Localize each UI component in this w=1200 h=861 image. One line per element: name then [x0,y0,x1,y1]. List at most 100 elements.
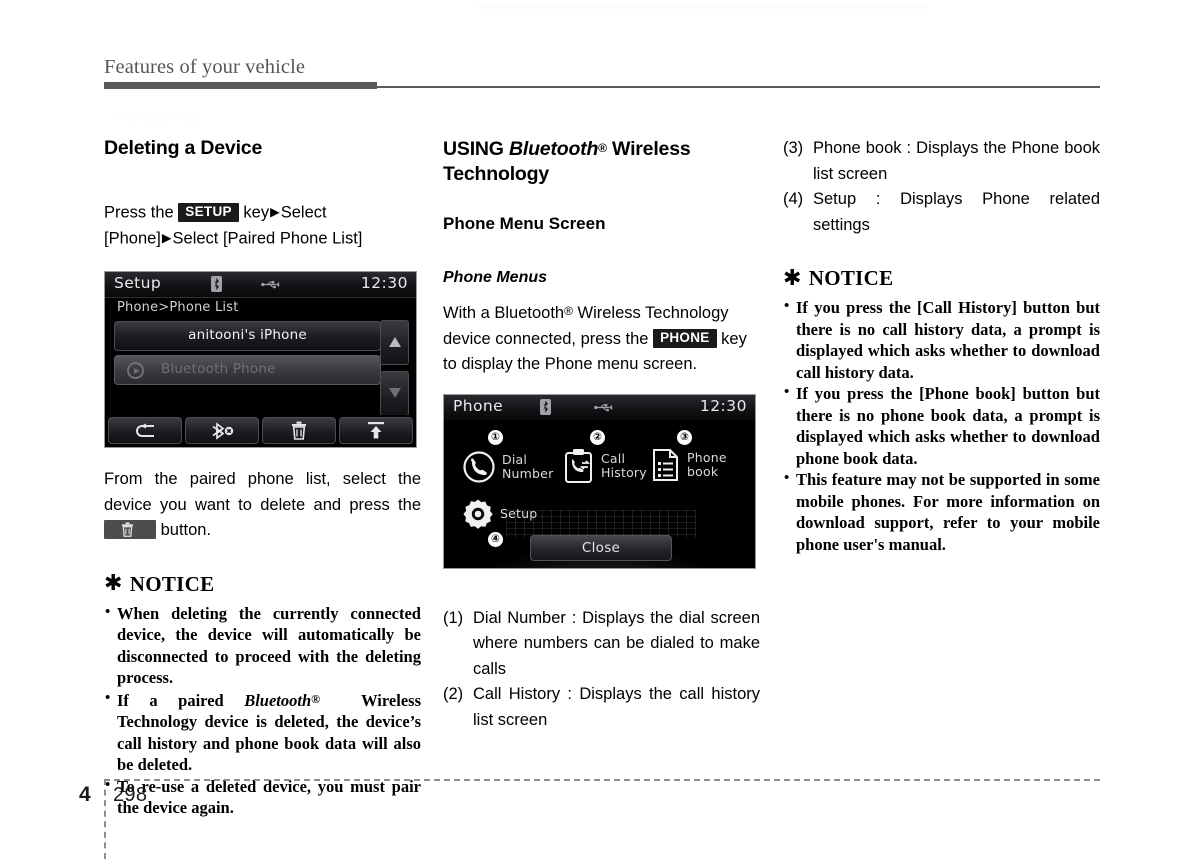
header-rule-thick [104,82,377,89]
chapter-header-title: Features of your vehicle [104,56,306,78]
paired-device-label: anitooni's iPhone [188,327,307,343]
title-registered-mark: ® [598,141,607,155]
paired-device-row-dimmed[interactable]: Bluetooth Phone [114,355,381,385]
screen-title-2: Phone [453,396,504,415]
notice-heading-col1: ✱ NOTICE [104,572,421,597]
label-line1: Phone [687,449,727,465]
notice-list-col1: When deleting the currently connected de… [104,602,421,819]
notice-item: If a paired Bluetooth® Wireless Technolo… [104,688,421,776]
after-screenshot-text-1: From the paired phone list, select the d… [104,470,421,514]
callout-badge-1: ① [488,429,503,445]
sub-title-phone-menu-screen: Phone Menu Screen [443,214,606,233]
screen-scrollbar[interactable] [380,320,409,416]
registered-mark: ® [311,691,321,706]
section-title-using-bluetooth: USING Bluetooth® Wireless Technology [443,136,760,187]
inline-trash-keycap[interactable] [104,520,156,539]
paired-device-label-dim: Bluetooth Phone [161,361,276,377]
usb-status-icon [261,280,280,289]
menu-item-label-dial-number: Dial Number [502,451,554,481]
phone-book-icon [653,448,678,481]
menu-item-phone-book[interactable]: Phone book [651,448,727,482]
bluetooth-disconnect-button[interactable] [185,417,259,444]
column-two: USING Bluetooth® Wireless Technology Pho… [443,136,760,733]
notice-item: When deleting the currently connected de… [104,602,421,689]
numbered-item: (1) Dial Number : Displays the dial scree… [443,606,760,683]
menu-item-label-phone-book: Phone book [687,449,727,479]
screen-toolbar [105,415,416,447]
delete-button[interactable] [262,417,336,444]
footer-divider-vertical [104,779,106,859]
callout-badge-2: ② [590,429,605,445]
screen-clock: 12:30 [360,274,408,292]
after-screenshot-text-2: button. [160,521,212,539]
notice-star-icon: ✱ [783,265,802,291]
instruction-post: key [243,203,270,222]
after-screenshot-paragraph: From the paired phone list, select the d… [104,467,421,544]
phone-keycap[interactable]: PHONE [653,328,717,348]
setup-gear-icon [463,499,493,529]
dial-number-icon [463,450,495,483]
scroll-up-button[interactable] [380,320,409,365]
notice-star-icon: ✱ [104,571,123,596]
menu-item-dial-number[interactable]: Dial Number [462,450,553,484]
label-line2: History [601,464,647,480]
section-title-deleting-a-device: Deleting a Device [104,137,263,159]
upload-eject-icon [368,422,384,439]
label-line1: Call [601,450,626,466]
label-line2: Number [502,465,554,481]
notice-heading-label: NOTICE [808,266,894,290]
paragraph-pre: With a [443,304,495,322]
close-button[interactable]: Close [530,534,672,561]
label-line1: Dial [502,451,528,467]
bluetooth-status-icon [211,276,222,292]
brand-bluetooth: Bluetooth [244,690,312,710]
notice-list-col3: If you press the [Call History] button b… [783,296,1100,555]
numbered-item: (4) Setup : Displays Phone related settin… [783,187,1100,238]
upload-eject-button[interactable] [339,417,413,444]
item-text: Call History : Displays the call history… [473,685,760,729]
instruction-line2-a: [Phone] [104,229,161,248]
numbered-list-col3: (3) Phone book : Displays the Phone book … [783,136,1100,238]
top-faint-rule [478,6,928,9]
numbered-item: (2) Call History : Displays the call hist… [443,682,760,733]
notice-heading-label: NOTICE [129,571,215,596]
numbered-list-col2: (1) Dial Number : Displays the dial scree… [443,606,760,734]
screen-status-bar-2: Phone 12:30 [444,394,755,421]
sub-sub-title-phone-menus: Phone Menus [443,269,548,286]
instruction-tail: Select [280,203,327,222]
menu-item-setup[interactable]: Setup [462,498,537,530]
phone-menu-screenshot: Phone 12:30 ① Dial Number ② Call History… [443,393,756,569]
numbered-item: (3) Phone book : Displays the Phone book … [783,136,1100,187]
item-number: (3) [783,139,804,157]
chevron-down-icon [389,388,401,398]
notice-heading-col3: ✱ NOTICE [783,266,1100,291]
step-arrow-icon-1: ▶ [270,205,280,219]
title-pre: USING [443,138,509,160]
trash-icon-inline [121,522,134,537]
back-button[interactable] [108,417,182,444]
paired-device-row-selected[interactable]: anitooni's iPhone [114,321,381,351]
chevron-up-icon [389,337,401,347]
setup-keycap[interactable]: SETUP [178,202,239,222]
footer-divider-horizontal [104,779,1100,781]
back-arrow-icon [136,423,154,437]
screen-breadcrumb: Phone>Phone List [117,300,239,315]
step-arrow-icon-2: ▶ [161,231,172,245]
column-three: (3) Phone book : Displays the Phone book … [783,136,1100,555]
callout-badge-4: ④ [488,531,503,547]
column-one: Deleting a Device Press the SETUP key▶Se… [104,136,421,819]
screen-clock-2: 12:30 [699,396,747,415]
callout-badge-3: ③ [677,429,692,445]
menu-item-label-call-history: Call History [601,450,647,480]
menu-item-call-history[interactable]: Call History [564,448,647,484]
phone-menus-paragraph: With a Bluetooth® Wireless Technology de… [443,299,760,378]
folio-chapter-number: 4 [79,783,91,806]
paragraph-brand: Bluetooth [494,304,565,322]
item-number: (2) [443,685,464,703]
item-text: Dial Number : Displays the dial screen w… [473,608,760,678]
notice-item: This feature may not be supported in som… [783,468,1100,555]
scroll-down-button[interactable] [380,371,409,416]
phone-menu-stage: ① Dial Number ② Call History ③ Phone boo… [444,419,755,568]
screen-status-bar: Setup 12:30 [105,272,416,298]
notice-item: If you press the [Call History] button b… [783,296,1100,383]
